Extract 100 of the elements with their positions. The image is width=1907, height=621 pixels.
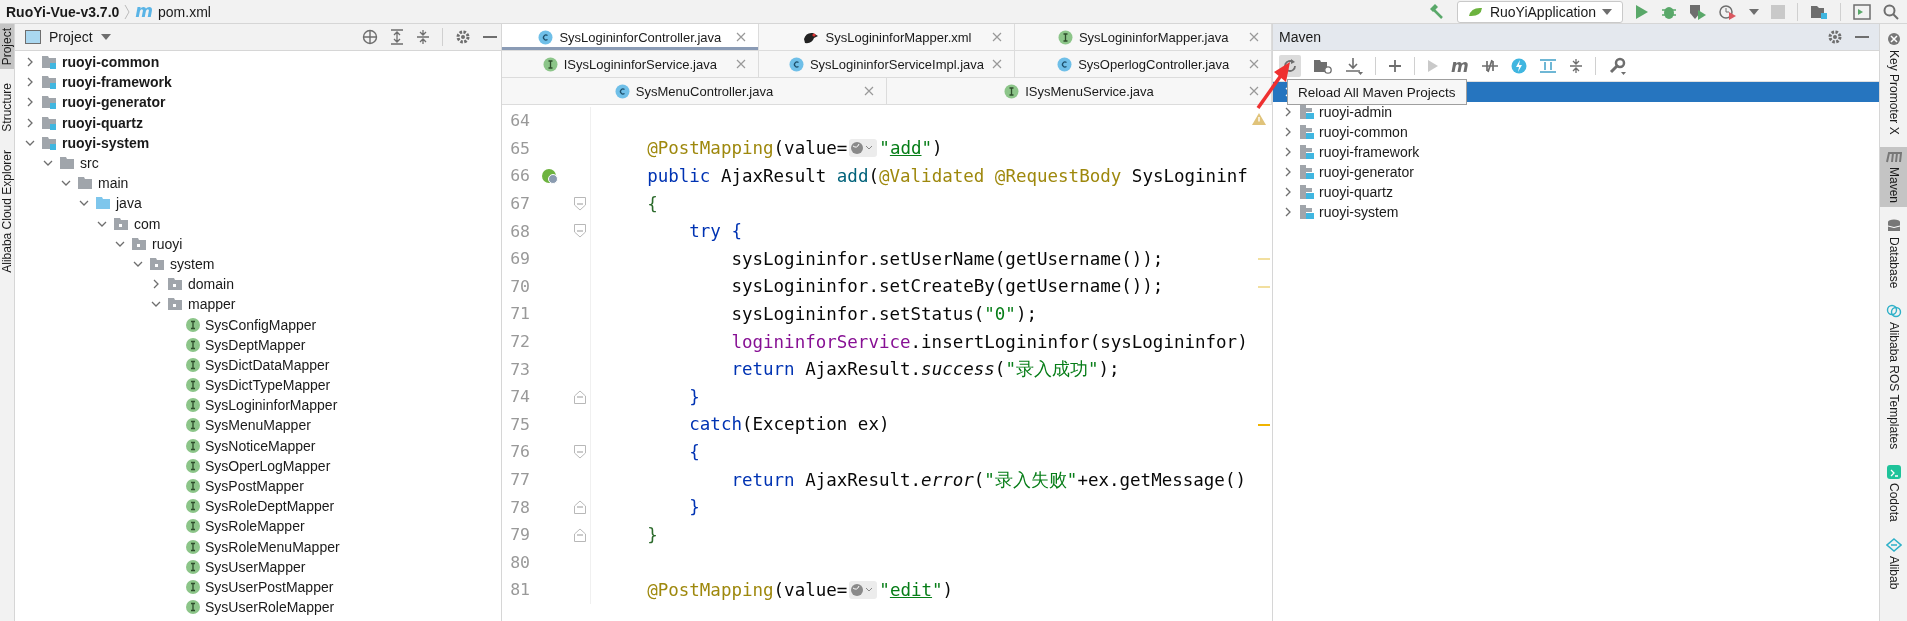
maven-module-icon (1299, 184, 1315, 200)
folder-grid-icon[interactable] (1810, 3, 1828, 20)
tree-item[interactable]: SysUserMapper (205, 558, 306, 575)
tree-item[interactable]: ruoyi-common (62, 54, 160, 71)
close-icon[interactable] (1249, 86, 1259, 96)
tree-item[interactable]: SysDictDataMapper (205, 356, 330, 373)
close-icon[interactable] (735, 32, 746, 42)
globe-icon[interactable] (849, 139, 878, 158)
maven-module-icon (1299, 104, 1315, 120)
folder-reload-icon[interactable] (1313, 58, 1333, 74)
caret-icon[interactable] (1749, 8, 1759, 15)
tool-window-tab[interactable]: Alibaba ROS Templates (1880, 300, 1907, 454)
settings-icon[interactable] (455, 29, 471, 45)
maven-project-item[interactable]: ruoyi-system (1319, 204, 1399, 220)
fold-marker-icon[interactable] (574, 196, 586, 211)
tree-item[interactable]: SysUserRoleMapper (205, 599, 335, 616)
maven-project-item[interactable]: ruoyi-quartz (1319, 184, 1393, 200)
fold-marker-icon[interactable] (574, 389, 586, 404)
fold-marker-icon[interactable] (574, 500, 586, 515)
tree-item[interactable]: ruoyi-quartz (62, 114, 143, 131)
tool-window-tab[interactable]: Database (1880, 214, 1907, 293)
close-icon[interactable] (1249, 32, 1259, 42)
tree-item[interactable]: main (98, 175, 129, 192)
editor-tab[interactable]: SysLogininforMapper.xml (758, 24, 1016, 50)
maven-project-item[interactable]: ruoyi-common (1319, 124, 1408, 140)
close-icon[interactable] (992, 59, 1003, 69)
minimize-icon[interactable] (483, 35, 497, 39)
fold-marker-icon[interactable] (574, 224, 586, 239)
editor-tab[interactable]: ISysMenuService.java (887, 78, 1272, 104)
tool-window-tab[interactable]: Maven (1880, 146, 1907, 207)
tree-item[interactable]: system (170, 255, 215, 272)
tool-window-tab[interactable]: Alibaba Cloud Explorer (0, 146, 14, 277)
tree-item[interactable]: SysRoleDeptMapper (205, 498, 335, 515)
collapse-all-icon[interactable] (416, 29, 430, 45)
tree-item[interactable]: src (80, 155, 99, 172)
wrench-icon[interactable] (1607, 57, 1626, 75)
skip-tests-icon[interactable] (1480, 58, 1499, 74)
tree-item[interactable]: java (116, 195, 142, 212)
tool-window-tab[interactable]: Key Promoter X (1880, 28, 1907, 139)
tree-item[interactable]: ruoyi-framework (62, 74, 172, 91)
breadcrumb-item[interactable]: pom.xml (158, 3, 211, 20)
tree-item[interactable]: SysMenuMapper (205, 417, 311, 434)
fold-marker-icon[interactable] (574, 527, 586, 542)
close-icon[interactable] (735, 59, 746, 69)
editor-tab[interactable]: SysLogininforMapper.java (1015, 24, 1272, 50)
bean-icon[interactable] (541, 167, 559, 185)
download-icon[interactable] (1345, 57, 1363, 75)
expand-all-icon[interactable] (390, 29, 404, 45)
tree-item[interactable]: ruoyi (152, 235, 183, 252)
tree-item[interactable]: SysNoticeMapper (205, 437, 316, 454)
tree-item[interactable]: SysRoleMapper (205, 518, 305, 535)
tree-item[interactable]: SysLogininforMapper (205, 397, 338, 414)
settings-icon[interactable] (1827, 29, 1843, 45)
tool-window-tab[interactable]: Structure (0, 79, 14, 137)
editor-tab[interactable]: SysOperlogController.java (1015, 51, 1272, 77)
close-icon[interactable] (864, 86, 874, 96)
tree-item[interactable]: SysDictTypeMapper (205, 377, 331, 394)
fold-marker-icon[interactable] (574, 444, 586, 459)
tool-window-tab[interactable]: Project (0, 24, 14, 70)
maven-project-item[interactable]: ruoyi-admin (1319, 104, 1393, 120)
tree-item[interactable]: SysOperLogMapper (205, 457, 331, 474)
run-configuration-dropdown[interactable]: RuoYiApplication (1456, 0, 1623, 23)
breadcrumb-item[interactable]: RuoYi-Vue-v3.7.0 (6, 3, 120, 20)
close-icon[interactable] (1249, 59, 1259, 69)
tree-item[interactable]: SysDeptMapper (205, 336, 306, 353)
maven-goal-icon[interactable]: m (1451, 57, 1469, 75)
plus-icon[interactable] (1388, 59, 1402, 73)
tree-item[interactable]: domain (188, 276, 234, 293)
tree-item[interactable]: com (134, 215, 161, 232)
tree-item[interactable]: SysRoleMenuMapper (205, 538, 340, 555)
tree-item[interactable]: ruoyi-system (62, 134, 150, 151)
tool-window-tab[interactable]: Codota (1880, 461, 1907, 526)
clock-run-icon[interactable] (1719, 3, 1737, 20)
tool-window-tab[interactable]: Alibab (1880, 534, 1907, 594)
caret-icon (100, 34, 111, 40)
line-number: 70 (509, 276, 530, 296)
editor-tab[interactable]: SysLogininforController.java (502, 24, 759, 50)
tree-item[interactable]: SysUserPostMapper (205, 578, 334, 595)
tree-item[interactable]: mapper (188, 296, 236, 313)
package-icon (167, 276, 184, 293)
minimize-icon[interactable] (1855, 35, 1869, 39)
run-icon[interactable] (1635, 3, 1649, 20)
terminal-window-icon[interactable] (1853, 3, 1871, 20)
shield-run-icon[interactable] (1689, 3, 1707, 20)
editor-tab[interactable]: SysLogininforServiceImpl.java (758, 51, 1016, 77)
maven-project-item[interactable]: ruoyi-framework (1319, 144, 1420, 160)
tree-item[interactable]: SysConfigMapper (205, 316, 317, 333)
lightning-icon[interactable] (1510, 58, 1527, 74)
globe-icon[interactable] (849, 580, 878, 599)
editor-tab[interactable]: ISysLogininforService.java (502, 51, 759, 77)
search-icon[interactable] (1883, 3, 1899, 20)
tree-item[interactable]: ruoyi-generator (62, 94, 166, 111)
line-number: 75 (509, 414, 530, 434)
tree-item[interactable]: SysPostMapper (205, 478, 304, 495)
project-view-dropdown[interactable]: Project (25, 29, 111, 45)
editor-tab[interactable]: SysMenuController.java (502, 78, 887, 104)
collapse-all-icon[interactable] (1568, 58, 1583, 74)
locate-icon[interactable] (362, 29, 378, 45)
maven-project-item[interactable]: ruoyi-generator (1319, 164, 1414, 180)
close-icon[interactable] (992, 32, 1003, 42)
